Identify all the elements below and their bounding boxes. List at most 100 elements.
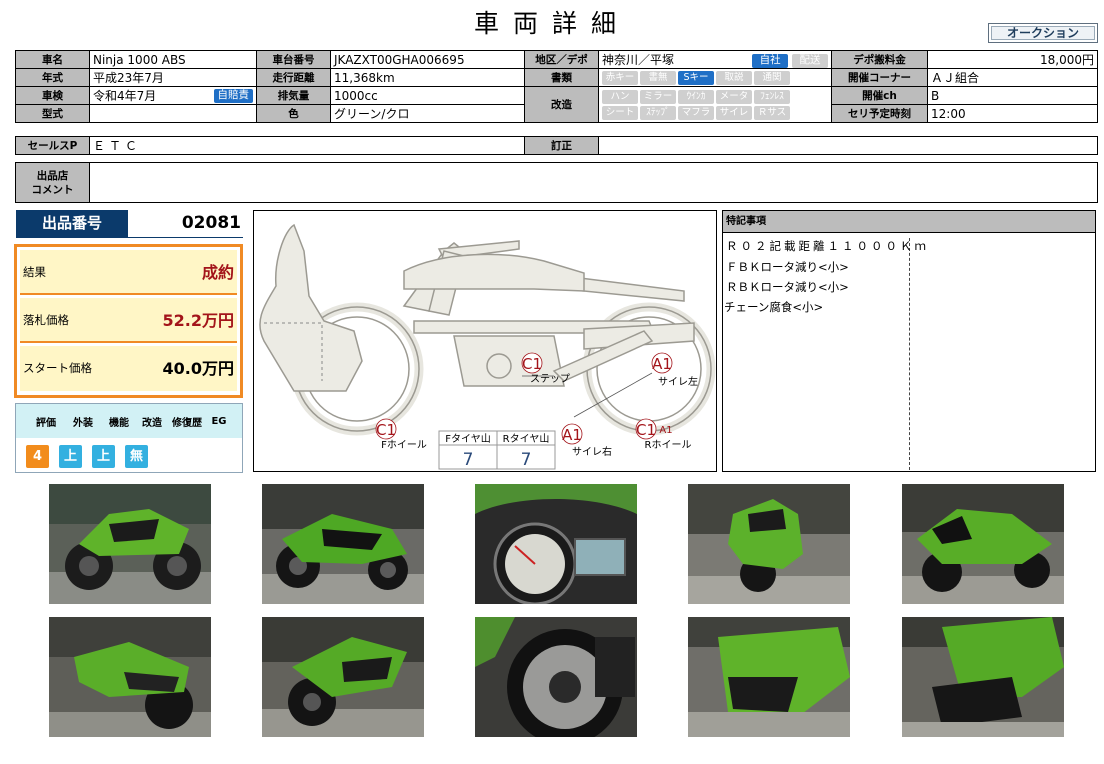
comment-label: 出品店 コメント (15, 162, 90, 203)
auction-button[interactable]: オークション (988, 23, 1098, 43)
model-value (89, 104, 257, 123)
fairing-photo[interactable] (688, 617, 850, 737)
motorcycle-front-photo[interactable] (902, 484, 1064, 604)
sales-value: ＥＴＣ (89, 136, 525, 155)
start-row: スタート価格 40.0万円 (20, 346, 237, 391)
region-cell: 神奈川／平塚 自社 配送 (598, 50, 832, 69)
channel-label: 開催ch (831, 86, 928, 105)
region-label: 地区／デポ (524, 50, 599, 69)
depo-fee-label: デポ搬料金 (831, 50, 928, 69)
result-box: 結果 成約 落札価格 52.2万円 スタート価格 40.0万円 (14, 244, 243, 398)
grade-value: 無 (125, 445, 148, 468)
price-value: 52.2万円 (162, 311, 234, 330)
lot-label: 出品番号 (16, 210, 128, 237)
motorcycle-outline-icon: C1 A1 C1 A1 C1 A1 ステップ サイレ左 Fホイール サイレ右 R… (259, 223, 716, 470)
mod-tag: メータ (716, 89, 752, 104)
price-row: 落札価格 52.2万円 (20, 298, 237, 343)
docs-label: 書類 (524, 68, 599, 87)
depo-fee: 18,000円 (927, 50, 1098, 69)
grade-header: 機能 (109, 417, 129, 429)
motorcycle-rear-photo[interactable] (262, 617, 424, 737)
mark-code: A1 (562, 426, 582, 444)
mark-code: C1 (522, 355, 542, 373)
fairing-photo[interactable] (902, 617, 1064, 737)
grade-values: 4 上 上 無 (16, 438, 242, 468)
comment-label-line-1: 出品店 (36, 169, 69, 182)
docs-cell: 赤キー 書無 Sキー 取説 通関 (598, 68, 832, 87)
mark-sub-code: A1 (659, 425, 672, 436)
result-row: 結果 成約 (20, 250, 237, 295)
mod-tag: ﾌｪﾝﾚｽ (754, 89, 790, 104)
rear-tire-value: 7 (521, 450, 532, 470)
color-label: 色 (256, 104, 331, 123)
brake-disc-photo[interactable] (475, 617, 637, 737)
front-tire-value: 7 (463, 450, 474, 470)
grade-header: 外装 (73, 417, 93, 429)
price-label: 落札価格 (23, 313, 69, 327)
grade-header: 改造 (142, 417, 162, 429)
doc-tag: Sキー (678, 70, 714, 85)
grade-header: 評価 (36, 417, 56, 429)
mod-tag: サイレ (716, 105, 752, 120)
motorcycle-front-photo[interactable] (688, 484, 850, 604)
sales-table: セールスP ＥＴＣ 訂正 (15, 136, 1098, 155)
correction-value (598, 136, 1098, 155)
grade-header: 修復歴 (172, 417, 202, 429)
mark-code: A1 (652, 355, 672, 373)
doc-tag: 赤キー (602, 70, 638, 85)
doc-tag: 通関 (754, 70, 790, 85)
mileage-value: 11,368km (330, 68, 525, 87)
result-label: 結果 (23, 265, 46, 279)
correction-label: 訂正 (524, 136, 599, 155)
lot-underline (16, 237, 243, 238)
start-label: スタート価格 (23, 361, 92, 375)
corner-value: ＡＪ組合 (927, 68, 1098, 87)
mark-code: C1 (376, 421, 396, 439)
tire-table: Fタイヤ山 Rタイヤ山 7 7 (438, 430, 556, 470)
displacement-value: 1000cc (330, 86, 525, 105)
sales-label: セールスP (15, 136, 90, 155)
motorcycle-side-photo[interactable] (49, 484, 211, 604)
mod-label: 改造 (524, 86, 599, 123)
insurance-tag: 自賠責 (213, 88, 253, 103)
doc-tag: 取説 (716, 70, 752, 85)
chassis-number: JKAZXT00GHA006695 (330, 50, 525, 69)
motorcycle-rear-photo[interactable] (49, 617, 211, 737)
corner-label: 開催コーナー (831, 68, 928, 87)
comment-table: 出品店 コメント (15, 162, 1098, 203)
grade-header: EG (211, 415, 227, 427)
channel-value: B (927, 86, 1098, 105)
inspection-label: 車検 (15, 86, 90, 105)
notes-title: 特記事項 (723, 211, 1095, 233)
region-value: 神奈川／平塚 (602, 53, 675, 67)
mark-label: ステップ (530, 373, 570, 385)
grade-value: 上 (92, 445, 115, 468)
motorcycle-front-photo[interactable] (262, 484, 424, 604)
grade-value: 上 (59, 445, 82, 468)
notes-divider (909, 238, 910, 470)
inspection-value: 令和4年7月 (93, 89, 157, 103)
comment-label-line-2: コメント (31, 183, 74, 196)
damage-diagram: C1 A1 C1 A1 C1 A1 ステップ サイレ左 Fホイール サイレ右 R… (253, 210, 717, 472)
delivery-tag: 配送 (792, 53, 828, 68)
docs-tags: 赤キー 書無 Sキー 取説 通関 (602, 70, 828, 85)
mark-code: C1 (636, 421, 656, 439)
page-title: 車両詳細 (473, 9, 630, 38)
comment-value (89, 162, 1098, 203)
spec-table: 車名 Ninja 1000 ABS 車台番号 JKAZXT00GHA006695… (15, 50, 1098, 123)
notes-panel: 特記事項 Ｒ０２記載距離１１０００Ｋｍ ＦＢＫロータ減り<小> ＲＢＫロータ減り… (722, 210, 1096, 472)
note-line: ＦＢＫロータ減り<小> (726, 260, 849, 274)
lot-header: 出品番号 02081 (16, 210, 243, 238)
front-tire-label: Fタイヤ山 (445, 433, 490, 445)
grade-headers: 評価 外装 機能 改造 修復歴 EG (16, 404, 242, 438)
mod-tag: Ｒサス (754, 105, 790, 120)
lot-number: 02081 (181, 213, 241, 233)
year-label: 年式 (15, 68, 90, 87)
mod-tags-row-2: シート ｽﾃｯﾌﾟ マフラ サイレ Ｒサス (602, 105, 828, 120)
mod-cell: ハン ミラー ｳｲﾝｶ メータ ﾌｪﾝﾚｽ シート ｽﾃｯﾌﾟ マフラ サイレ … (598, 86, 832, 123)
meter-photo[interactable] (475, 484, 637, 604)
name-label: 車名 (15, 50, 90, 69)
mark-label: Rホイール (645, 439, 692, 451)
start-value: 40.0万円 (162, 359, 234, 378)
mod-tag: シート (602, 105, 638, 120)
